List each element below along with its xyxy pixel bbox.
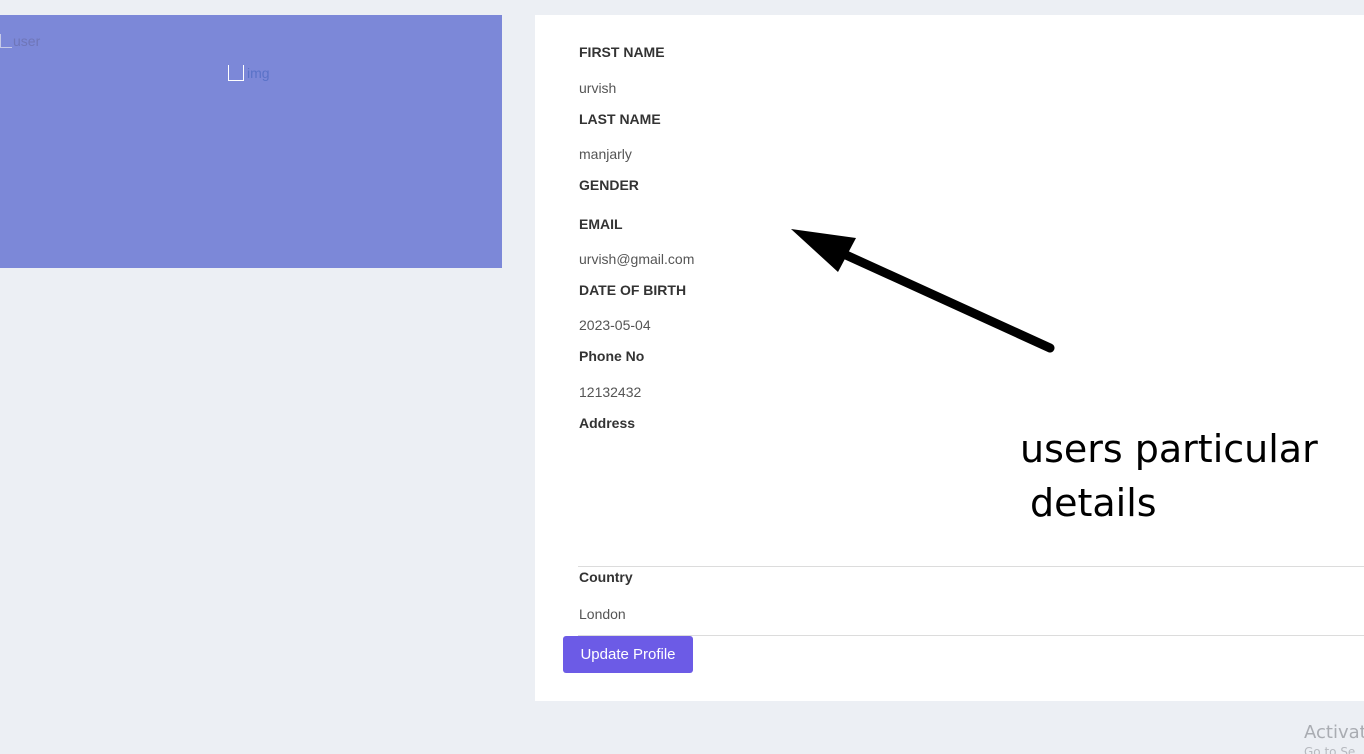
broken-image-icon xyxy=(0,34,12,48)
dob-value: 2023-05-04 xyxy=(579,317,651,333)
profile-details-card: FIRST NAME urvish LAST NAME manjarly GEN… xyxy=(535,15,1364,701)
annotation-text: users particular details xyxy=(1020,422,1318,530)
annotation-line-2: details xyxy=(1030,481,1157,525)
last-name-value: manjarly xyxy=(579,146,632,162)
user-image-broken: user xyxy=(0,33,40,49)
update-profile-button[interactable]: Update Profile xyxy=(563,636,693,673)
country-label: Country xyxy=(579,569,633,585)
user-image-alt: user xyxy=(13,33,41,49)
main-image-broken: img xyxy=(228,65,270,81)
phone-label: Phone No xyxy=(579,348,645,364)
country-value: London xyxy=(579,606,626,622)
divider xyxy=(578,566,1364,567)
gender-label: GENDER xyxy=(579,177,639,193)
first-name-label: FIRST NAME xyxy=(579,44,665,60)
profile-page: user img FIRST NAME urvish LAST NAME man… xyxy=(0,0,1364,754)
address-label: Address xyxy=(579,415,636,431)
email-label: EMAIL xyxy=(579,216,623,232)
windows-activation-watermark: Activat xyxy=(1304,722,1364,743)
broken-image-icon xyxy=(228,65,244,81)
first-name-value: urvish xyxy=(579,80,617,96)
last-name-label: LAST NAME xyxy=(579,111,661,127)
windows-activation-subtext: Go to Se xyxy=(1304,745,1356,754)
email-value: urvish@gmail.com xyxy=(579,251,695,267)
divider xyxy=(578,635,1364,636)
phone-value: 12132432 xyxy=(579,384,642,400)
main-image-alt: img xyxy=(247,65,270,81)
dob-label: DATE OF BIRTH xyxy=(579,282,687,298)
profile-image-card: user img xyxy=(0,15,502,268)
annotation-line-1: users particular xyxy=(1020,427,1318,471)
